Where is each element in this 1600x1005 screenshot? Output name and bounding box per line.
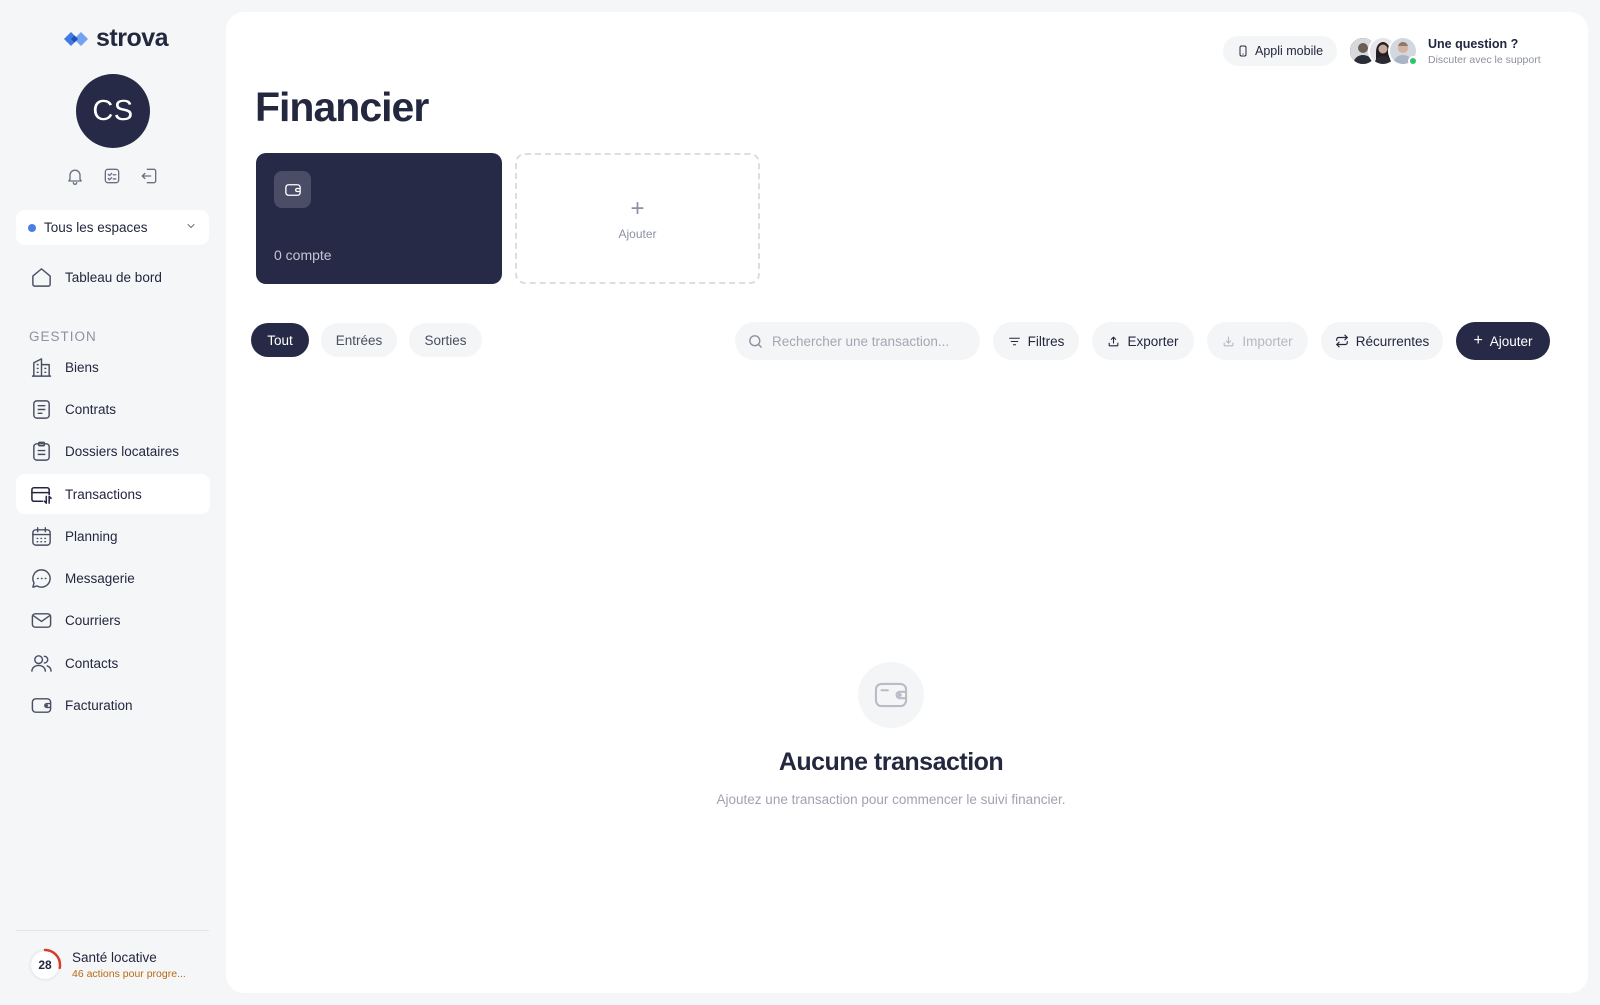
logout-icon[interactable] [137,164,160,187]
logo-text: strova [96,24,169,52]
sidebar-item-dashboard[interactable]: Tableau de bord [16,257,210,297]
sidebar-item-planning[interactable]: Planning [16,516,210,556]
search-input[interactable] [772,333,972,349]
chat-icon [29,566,53,590]
space-selector[interactable]: Tous les espaces [16,210,209,245]
tab-sorties[interactable]: Sorties [409,323,482,357]
tab-tout[interactable]: Tout [251,323,309,357]
sidebar-item-label: Courriers [65,612,121,628]
wallet-icon [274,171,311,208]
wallet-icon [29,693,53,717]
contacts-icon [29,651,53,675]
tasks-icon[interactable] [100,164,123,187]
support-avatars [1348,36,1418,66]
sidebar-item-facturation[interactable]: Facturation [16,685,210,725]
export-button[interactable]: Exporter [1092,322,1194,360]
account-count: 0 compte [274,247,332,263]
filter-icon [1008,337,1020,345]
export-label: Exporter [1127,333,1179,349]
plus-icon: + [630,194,645,222]
health-title: Santé locative [72,950,157,965]
sidebar-item-label: Messagerie [65,570,135,586]
bell-icon[interactable] [63,164,86,187]
download-icon [1223,336,1234,346]
sidebar-item-contrats[interactable]: Contrats [16,389,210,429]
chevron-down-icon [185,219,197,237]
repeat-icon [1335,334,1348,348]
online-status-dot [1408,56,1418,66]
transactions-icon [29,482,53,506]
sidebar-item-biens[interactable]: Biens [16,347,210,387]
sidebar-item-label: Biens [65,359,99,375]
quick-actions [63,164,160,187]
space-dot [28,223,36,232]
sidebar-item-label: Dossiers locataires [65,443,180,459]
recurring-label: Récurrentes [1355,333,1430,349]
support-chat[interactable]: Une question ? Discuter avec le support [1348,36,1541,66]
rental-health-widget[interactable]: 28 Santé locative 46 actions pour progre… [28,948,186,982]
filters-button[interactable]: Filtres [993,322,1079,360]
sidebar-item-messagerie[interactable]: Messagerie [16,558,210,598]
support-subtitle: Discuter avec le support [1428,53,1541,66]
search-icon [749,334,762,348]
calendar-icon [29,524,53,548]
phone-icon [1239,45,1247,57]
transaction-search[interactable] [735,322,980,360]
sidebar-item-label: Contacts [65,655,119,671]
empty-wallet-icon [858,662,924,728]
document-icon [29,397,53,421]
mobile-app-button[interactable]: Appli mobile [1223,36,1338,66]
empty-state: Aucune transaction Ajoutez une transacti… [696,662,1086,811]
sidebar-item-label: Tableau de bord [65,269,162,285]
empty-subtitle: Ajoutez une transaction pour commencer l… [716,792,1066,807]
sidebar-item-label: Contrats [65,401,117,417]
account-card[interactable]: 0 compte [256,153,502,284]
plus-icon: + [1473,332,1483,349]
empty-title: Aucune transaction [778,748,1004,776]
app-logo[interactable]: strova [62,24,169,53]
support-title: Une question ? [1428,36,1519,51]
section-title-gestion: GESTION [29,329,97,344]
health-score-ring: 28 [28,948,62,982]
page-title: Financier [255,84,429,130]
add-account-card[interactable]: + Ajouter [515,153,760,284]
sidebar-item-dossiers-locataires[interactable]: Dossiers locataires [16,431,210,471]
avatar-initials: CS [92,94,134,127]
sidebar-item-label: Planning [65,528,118,544]
health-score: 28 [38,958,52,972]
add-transaction-label: Ajouter [1489,333,1533,349]
home-icon [29,265,53,289]
sidebar-item-label: Transactions [65,486,142,502]
user-avatar[interactable]: CS [76,74,150,148]
building-icon [29,355,53,379]
sidebar: strova CS Tous les espaces Tableau de bo… [0,0,226,1005]
add-account-label: Ajouter [618,226,657,241]
import-button[interactable]: Importer [1207,322,1308,360]
recurring-button[interactable]: Récurrentes [1321,322,1443,360]
mobile-app-label: Appli mobile [1255,44,1324,58]
sidebar-item-transactions[interactable]: Transactions [16,474,210,514]
filters-label: Filtres [1027,333,1065,349]
sidebar-divider [16,930,209,931]
mail-icon [29,608,53,632]
space-selector-label: Tous les espaces [44,220,148,235]
sidebar-item-label: Facturation [65,697,133,713]
clipboard-icon [29,439,53,463]
upload-icon [1109,336,1119,346]
sidebar-item-courriers[interactable]: Courriers [16,600,210,640]
tab-entrees[interactable]: Entrées [321,323,397,357]
logo-mark-icon [64,31,88,46]
add-transaction-button[interactable]: + Ajouter [1456,322,1550,360]
sidebar-item-contacts[interactable]: Contacts [16,643,210,683]
health-subtitle: 46 actions pour progre... [72,968,186,980]
import-label: Importer [1242,333,1293,349]
main-panel: Appli mobile Une question ? Discuter ave… [226,12,1588,993]
